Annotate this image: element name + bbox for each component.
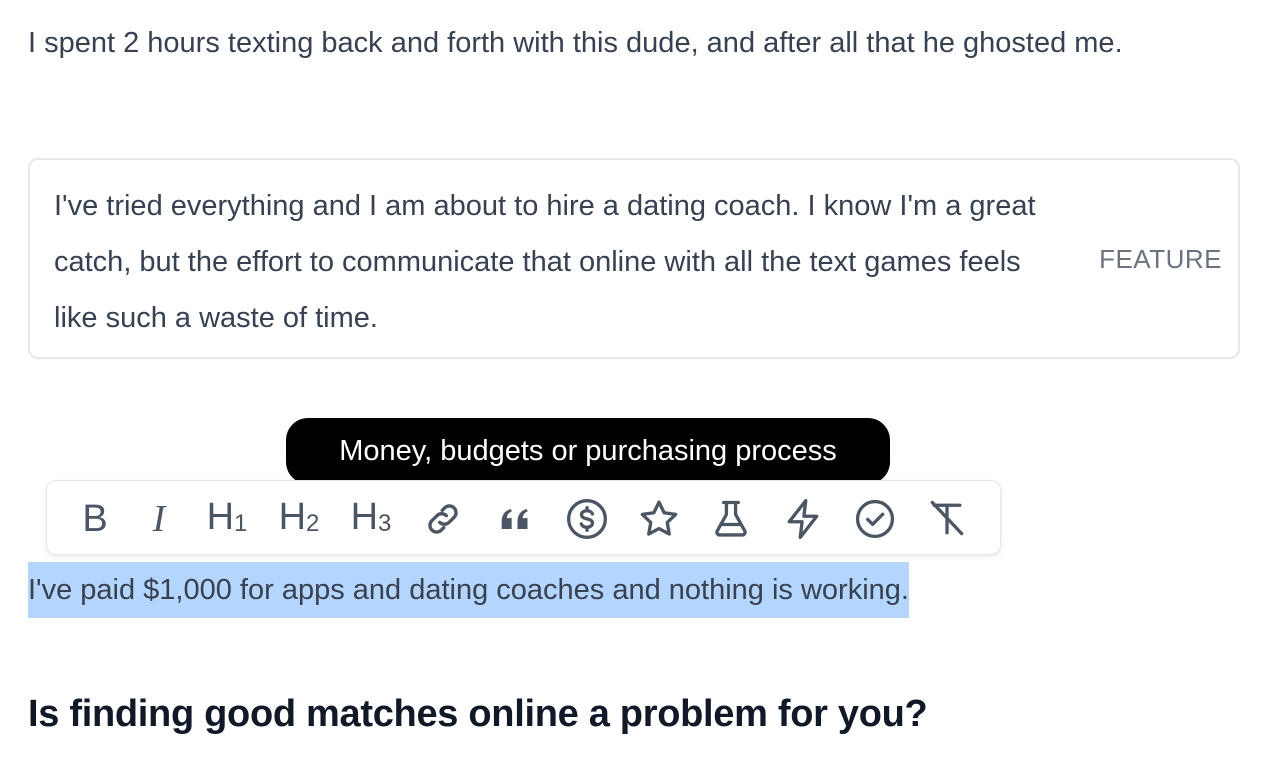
heading3-level: 3: [378, 509, 392, 537]
check-button[interactable]: [851, 495, 899, 543]
editor-page: I spent 2 hours texting back and forth w…: [0, 0, 1276, 772]
paragraph-selected[interactable]: I've paid $1,000 for apps and dating coa…: [28, 562, 909, 618]
heading1-letter: H: [206, 495, 235, 538]
feature-tag-label[interactable]: FEATURE: [1099, 244, 1222, 275]
feature-highlight-block[interactable]: I've tried everything and I am about to …: [28, 158, 1240, 359]
link-icon: [428, 504, 458, 534]
heading1-icon: H1: [207, 493, 248, 546]
star-button[interactable]: [635, 495, 683, 543]
check-circle-icon: [855, 499, 895, 539]
tooltip: Money, budgets or purchasing process: [286, 418, 890, 484]
tooltip-text: Money, budgets or purchasing process: [339, 434, 837, 467]
heading2-button[interactable]: H2: [275, 495, 323, 543]
feature-block-text[interactable]: I've tried everything and I am about to …: [54, 178, 1064, 346]
star-icon: [640, 500, 678, 536]
heading1-level: 1: [234, 509, 248, 537]
dollar-circle-icon: [567, 499, 607, 539]
bold-button[interactable]: B: [71, 495, 119, 543]
heading3-letter: H: [350, 495, 379, 538]
heading1-button[interactable]: H1: [203, 495, 251, 543]
flask-icon: [715, 500, 747, 537]
lightning-icon: [787, 499, 819, 539]
italic-icon: I: [152, 498, 166, 540]
money-budget-button[interactable]: [563, 495, 611, 543]
clear-format-icon: [930, 500, 964, 536]
formatting-toolbar: B I H1 H2 H3: [46, 480, 1001, 555]
section-heading[interactable]: Is finding good matches online a problem…: [28, 688, 928, 740]
link-button[interactable]: [419, 495, 467, 543]
heading2-icon: H2: [279, 493, 320, 546]
heading2-level: 2: [306, 509, 320, 537]
italic-button[interactable]: I: [135, 495, 183, 543]
heading3-icon: H3: [351, 493, 392, 546]
paragraph-first[interactable]: I spent 2 hours texting back and forth w…: [28, 15, 1228, 71]
experiment-button[interactable]: [707, 495, 755, 543]
bold-icon: B: [82, 498, 108, 540]
clear-formatting-button[interactable]: [923, 495, 971, 543]
lightning-button[interactable]: [779, 495, 827, 543]
quote-icon: [501, 509, 528, 529]
heading3-button[interactable]: H3: [347, 495, 395, 543]
quote-button[interactable]: [491, 495, 539, 543]
heading2-letter: H: [278, 495, 307, 538]
